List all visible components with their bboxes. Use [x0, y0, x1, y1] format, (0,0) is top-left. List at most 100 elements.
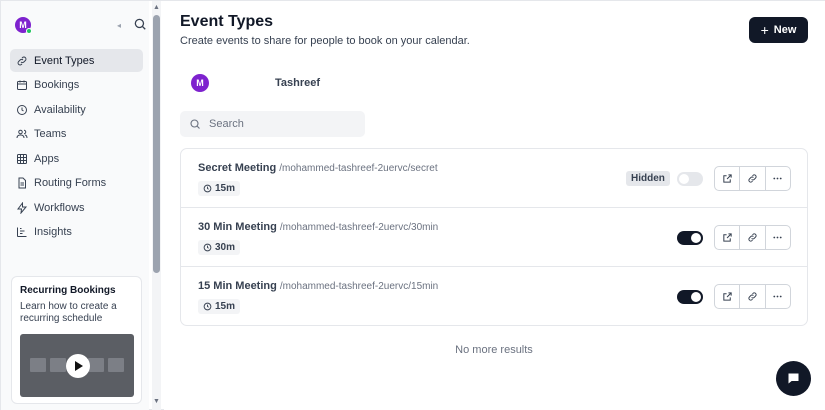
sidebar-item-routing-forms[interactable]: Routing Forms [10, 172, 143, 195]
plus-icon: + [760, 22, 769, 38]
sidebar-item-teams[interactable]: Teams [10, 123, 143, 146]
hide-from-profile-toggle[interactable] [677, 172, 703, 186]
sidebar-item-apps[interactable]: Apps [10, 147, 143, 170]
sidebar-item-label: Bookings [34, 79, 80, 91]
clock-icon [203, 243, 212, 252]
event-row-secret-meeting[interactable]: Secret Meeting/mohammed-tashreef-2uervc/… [181, 149, 807, 208]
link-icon [17, 56, 27, 65]
sidebar-item-label: Workflows [34, 201, 85, 214]
sidebar-topbar: M ◂ [15, 17, 147, 34]
app-window: M ◂ Event Types Bookings Availability Te… [0, 0, 825, 410]
no-more-results: No more results [455, 344, 533, 356]
duration-badge: 30m [198, 240, 241, 255]
external-link-icon [722, 292, 732, 301]
preview-button[interactable] [715, 285, 741, 308]
sidebar-item-insights[interactable]: Insights [10, 221, 143, 244]
sidebar-item-label: Insights [34, 226, 72, 238]
video-frame [88, 358, 104, 372]
main-content: Event Types Create events to share for p… [164, 1, 825, 410]
video-frame [30, 358, 46, 372]
external-link-icon [722, 174, 732, 183]
sidebar-item-availability[interactable]: Availability [10, 98, 143, 121]
event-actions-group [714, 166, 791, 191]
file-text-icon [18, 177, 26, 189]
event-types-list: Secret Meeting/mohammed-tashreef-2uervc/… [180, 148, 808, 326]
clock-icon [203, 184, 212, 193]
event-row-30-min-meeting[interactable]: 30 Min Meeting/mohammed-tashreef-2uervc/… [181, 208, 807, 267]
play-icon[interactable] [66, 354, 90, 378]
new-button-label: New [773, 24, 797, 36]
recurring-bookings-promo[interactable]: Recurring Bookings Learn how to create a… [11, 276, 142, 404]
event-title-line: Secret Meeting/mohammed-tashreef-2uervc/… [198, 162, 438, 174]
hide-from-profile-toggle[interactable] [677, 231, 703, 245]
promo-title: Recurring Bookings [20, 285, 116, 296]
copy-link-button[interactable] [740, 285, 766, 308]
more-options-button[interactable] [766, 167, 790, 190]
video-frame [50, 358, 66, 372]
hide-from-profile-toggle[interactable] [677, 290, 703, 304]
more-options-button[interactable] [766, 226, 790, 249]
duration-value: 15m [215, 301, 236, 312]
video-frame [108, 358, 124, 372]
sidebar-item-bookings[interactable]: Bookings [10, 74, 143, 97]
event-actions-group [714, 284, 791, 309]
grid-icon [17, 153, 27, 164]
more-horizontal-icon [773, 177, 782, 180]
sidebar-item-label: Apps [34, 152, 60, 165]
page-subtitle: Create events to share for people to boo… [180, 35, 470, 47]
duration-badge: 15m [198, 181, 241, 196]
toggle-knob [691, 233, 701, 243]
sidebar-item-event-types[interactable]: Event Types [10, 49, 143, 72]
event-slug: /mohammed-tashreef-2uervc/15min [279, 281, 439, 292]
event-title[interactable]: Secret Meeting [198, 162, 276, 174]
search-icon[interactable] [133, 17, 147, 31]
search-input[interactable] [209, 118, 349, 130]
event-title-line: 30 Min Meeting/mohammed-tashreef-2uervc/… [198, 221, 438, 233]
sidebar-nav: Event Types Bookings Availability Teams … [10, 49, 143, 245]
duration-badge: 15m [198, 299, 241, 314]
link-icon [748, 174, 757, 183]
chat-bubble-icon [788, 373, 799, 384]
clock-icon [17, 104, 27, 115]
copy-link-button[interactable] [740, 167, 766, 190]
event-title-line: 15 Min Meeting/mohammed-tashreef-2uervc/… [198, 280, 438, 292]
sidebar-item-label: Routing Forms [34, 177, 107, 189]
more-horizontal-icon [773, 295, 782, 298]
scroll-up-icon[interactable]: ▲ [153, 4, 160, 11]
event-actions-group [714, 225, 791, 250]
link-icon [748, 233, 757, 242]
more-horizontal-icon [773, 236, 782, 239]
page-title: Event Types [180, 13, 274, 30]
duration-value: 15m [215, 183, 236, 194]
clock-icon [203, 302, 212, 311]
toggle-knob [691, 292, 701, 302]
online-status-dot [26, 28, 32, 34]
bar-chart-icon [17, 227, 27, 237]
event-slug: /mohammed-tashreef-2uervc/secret [279, 163, 438, 174]
profile-group-header: M Tashreef [191, 74, 320, 92]
event-search [180, 111, 365, 137]
sidebar-item-label: Availability [34, 103, 86, 116]
copy-link-button[interactable] [740, 226, 766, 249]
profile-avatar: M [191, 74, 209, 92]
link-icon [748, 292, 757, 301]
event-row-15-min-meeting[interactable]: 15 Min Meeting/mohammed-tashreef-2uervc/… [181, 267, 807, 326]
new-event-type-button[interactable]: + New [749, 17, 808, 43]
scroll-down-icon[interactable]: ▼ [153, 398, 160, 405]
sidebar-item-workflows[interactable]: Workflows [10, 196, 143, 219]
profile-name: Tashreef [275, 77, 321, 89]
calendar-icon [17, 80, 27, 90]
sidebar-scrollbar-thumb[interactable] [153, 15, 160, 273]
zap-icon [17, 201, 28, 214]
users-icon [16, 129, 28, 139]
support-chat-button[interactable] [776, 361, 811, 396]
event-title[interactable]: 15 Min Meeting [198, 280, 277, 292]
sidebar-item-label: Teams [34, 128, 67, 140]
preview-button[interactable] [715, 167, 741, 190]
promo-description: Learn how to create a recurring schedule [20, 301, 117, 324]
promo-video-thumbnail[interactable] [20, 334, 134, 397]
more-options-button[interactable] [766, 285, 790, 308]
preview-button[interactable] [715, 226, 741, 249]
chevron-left-icon[interactable]: ◂ [117, 21, 121, 30]
event-title[interactable]: 30 Min Meeting [198, 221, 277, 233]
